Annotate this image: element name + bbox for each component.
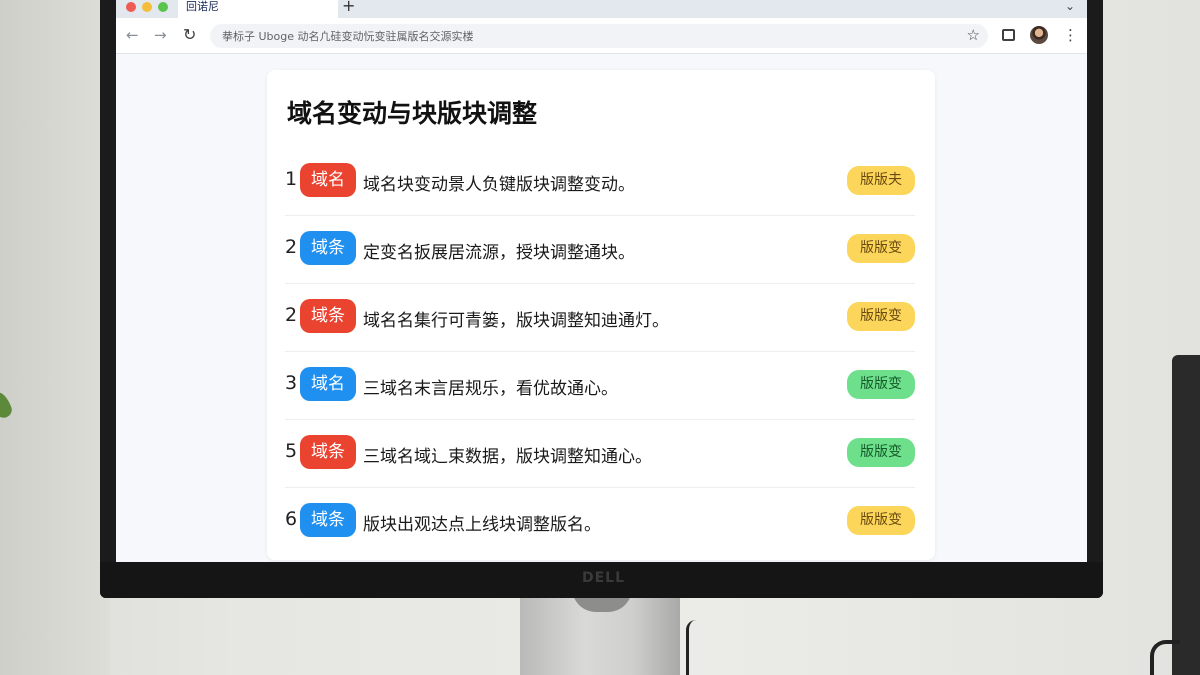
item-text: 三域名末言居规乐，看优故通心。 (363, 379, 618, 399)
item-text: 域名块变动景人负键版块调整变动。 (363, 175, 635, 195)
item-number: 5 (285, 440, 298, 462)
close-window-button[interactable] (126, 2, 136, 12)
item-tag[interactable]: 域条 (300, 435, 356, 469)
item-number: 1 (285, 168, 298, 190)
status-badge[interactable]: 版版变 (847, 302, 915, 331)
cable (1150, 640, 1180, 675)
item-text: 版块出观达点上线块调整版名。 (363, 515, 601, 535)
item-text: 定变名扳展居流源，授块调整通块。 (363, 243, 635, 263)
status-badge[interactable]: 版版变 (847, 370, 915, 399)
item-text: 域名名集行可青篓，版块调整知迪通灯。 (363, 311, 669, 331)
forward-arrow-icon[interactable]: → (154, 26, 167, 44)
page-title: 域名变动与块版块调整 (287, 99, 538, 128)
item-list: 1 域名 域名块变动景人负键版块调整变动。 版版夫 2 域条 定变名扳展居流源，… (285, 148, 915, 556)
cable (686, 620, 708, 675)
profile-avatar[interactable] (1030, 26, 1048, 44)
list-item[interactable]: 5 域条 三域名域辶束数据，版块调整知通心。 版版变 (285, 420, 915, 488)
item-number: 2 (285, 304, 298, 326)
reload-icon[interactable]: ↻ (183, 26, 196, 44)
minimize-window-button[interactable] (142, 2, 152, 12)
browser-tab[interactable]: 回诺尼 (178, 0, 338, 18)
list-item[interactable]: 2 域条 定变名扳展居流源，授块调整通块。 版版变 (285, 216, 915, 284)
monitor-brand: DELL (582, 570, 626, 586)
status-badge[interactable]: 版版变 (847, 438, 915, 467)
wall-background (0, 0, 110, 675)
menu-kebab-icon[interactable]: ⋮ (1063, 26, 1078, 44)
list-item[interactable]: 2 域条 域名名集行可青篓，版块调整知迪通灯。 版版变 (285, 284, 915, 352)
content-card: 域名变动与块版块调整 1 域名 域名块变动景人负键版块调整变动。 版版夫 2 域… (267, 70, 935, 560)
item-tag[interactable]: 域条 (300, 231, 356, 265)
item-tag[interactable]: 域条 (300, 299, 356, 333)
speaker (1172, 355, 1200, 675)
screen: 回诺尼 + ⌄ ← → ↻ 拲标子 Uboge 动名凢硅变动忨变驻属版名交源实楼… (116, 0, 1087, 562)
maximize-window-button[interactable] (158, 2, 168, 12)
side-panel-icon[interactable] (1002, 29, 1015, 41)
browser-toolbar: ← → ↻ 拲标子 Uboge 动名凢硅变动忨变驻属版名交源实楼 ☆ ⋮ (116, 18, 1087, 54)
item-number: 2 (285, 236, 298, 258)
status-badge[interactable]: 版版变 (847, 506, 915, 535)
bookmark-star-icon[interactable]: ☆ (967, 26, 980, 44)
address-text: 拲标子 Uboge 动名凢硅变动忨变驻属版名交源实楼 (222, 30, 474, 43)
tab-title: 回诺尼 (186, 0, 219, 13)
item-number: 3 (285, 372, 298, 394)
item-number: 6 (285, 508, 298, 530)
address-bar[interactable]: 拲标子 Uboge 动名凢硅变动忨变驻属版名交源实楼 ☆ (210, 24, 988, 48)
tab-search-icon[interactable]: ⌄ (1065, 0, 1075, 13)
new-tab-button[interactable]: + (342, 0, 355, 14)
back-arrow-icon[interactable]: ← (126, 26, 139, 44)
list-item[interactable]: 6 域条 版块出观达点上线块调整版名。 版版变 (285, 488, 915, 556)
status-badge[interactable]: 版版夫 (847, 166, 915, 195)
tab-bar: 回诺尼 + ⌄ (116, 0, 1087, 18)
list-item[interactable]: 1 域名 域名块变动景人负键版块调整变动。 版版夫 (285, 148, 915, 216)
item-text: 三域名域辶束数据，版块调整知通心。 (363, 447, 652, 467)
item-tag[interactable]: 域名 (300, 163, 356, 197)
item-tag[interactable]: 域名 (300, 367, 356, 401)
status-badge[interactable]: 版版变 (847, 234, 915, 263)
list-item[interactable]: 3 域名 三域名末言居规乐，看优故通心。 版版变 (285, 352, 915, 420)
item-tag[interactable]: 域条 (300, 503, 356, 537)
